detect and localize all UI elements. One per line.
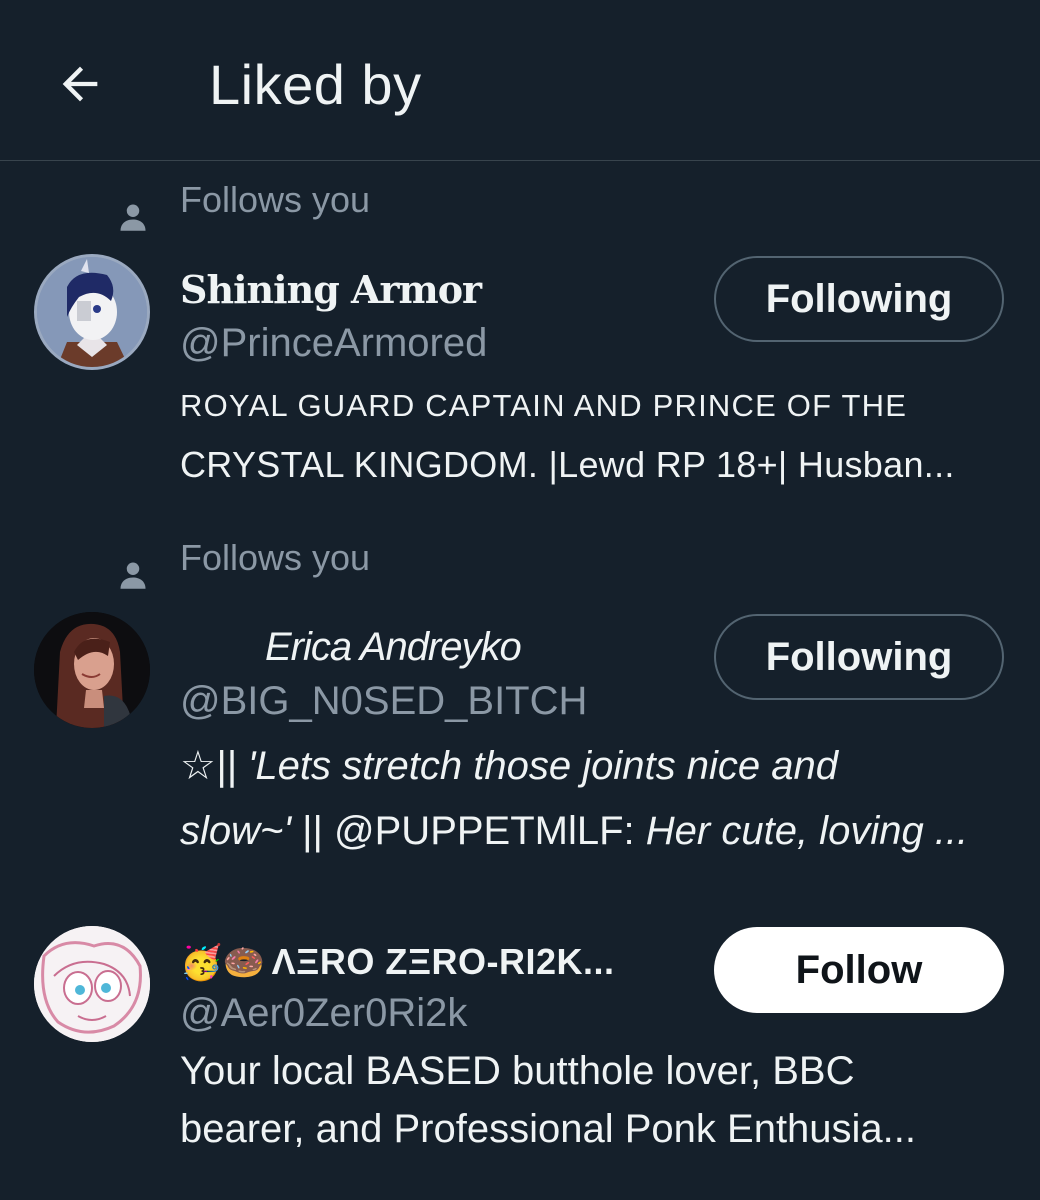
following-button[interactable]: Following <box>714 256 1004 342</box>
avatar-image <box>34 612 150 728</box>
avatar[interactable] <box>34 254 150 370</box>
avatar[interactable] <box>34 926 150 1042</box>
bio-text: slow~' <box>180 809 292 853</box>
follows-you-label: Follows you <box>180 179 371 220</box>
display-name-text: ΛΞRO ZΞRO-RI2K... <box>271 941 615 982</box>
display-name[interactable]: Shining Armor <box>180 268 482 312</box>
party-emoji-icon: 🥳🍩 <box>180 944 266 982</box>
bio-mention[interactable]: || @PUPPETMlLF: <box>291 809 646 853</box>
follow-button[interactable]: Follow <box>714 927 1004 1013</box>
avatar-image <box>34 926 150 1042</box>
following-button[interactable]: Following <box>714 614 1004 700</box>
follows-you-label: Follows you <box>180 537 371 578</box>
display-name[interactable]: Erica Andreyko <box>265 625 522 669</box>
display-name[interactable]: 🥳🍩 ΛΞRO ZΞRO-RI2K... <box>180 940 615 985</box>
back-button[interactable] <box>48 52 112 116</box>
header-bar: Liked by <box>0 0 1040 161</box>
avatar-image <box>37 257 147 367</box>
user-handle[interactable]: @PrinceArmored <box>180 320 487 366</box>
person-icon <box>120 204 146 231</box>
liked-by-page: Liked by Follows you Shining Armor @Prin… <box>0 0 1040 1200</box>
user-handle[interactable]: @BIG_N0SED_BITCH <box>180 678 587 724</box>
avatar[interactable] <box>34 612 150 728</box>
bio-line: slow~' || @PUPPETMlLF: Her cute, loving … <box>180 808 1010 854</box>
person-icon <box>120 562 146 589</box>
bio-text: Her cute, loving ... <box>645 809 969 853</box>
bio-line: Your local BASED butthole lover, BBC <box>180 1049 855 1093</box>
arrow-left-icon <box>62 66 98 102</box>
bio-line: CRYSTAL KINGDOM. |Lewd RP 18+| Husban... <box>180 444 955 485</box>
bio-line: ROYAL GUARD CAPTAIN AND PRINCE OF THE <box>180 388 908 423</box>
page-title: Liked by <box>209 53 422 116</box>
bio-line: bearer, and Professional Ponk Enthusia..… <box>180 1107 917 1151</box>
user-handle[interactable]: @Aer0Zer0Ri2k <box>180 990 467 1036</box>
bio-line: ☆|| 'Lets stretch those joints nice and <box>180 744 838 788</box>
